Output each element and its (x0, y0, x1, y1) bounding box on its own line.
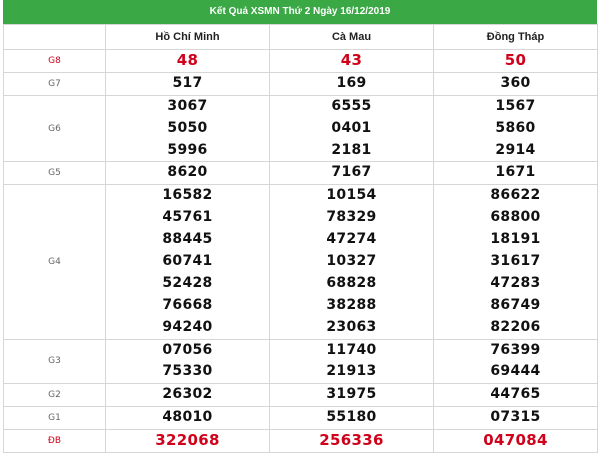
province-header-3: Đồng Tháp (433, 24, 598, 50)
prize-number: 5996 (167, 141, 208, 158)
prize-number: 31975 (326, 386, 377, 403)
prize-number: 78329 (326, 209, 377, 226)
prize-label: ĐB (3, 429, 106, 453)
prize-number: 10327 (326, 253, 377, 270)
prize-number: 52428 (162, 274, 213, 291)
prize-number: 47283 (490, 274, 541, 291)
prize-label: G8 (3, 49, 106, 73)
prize-number: 8620 (167, 164, 208, 181)
prize-number: 55180 (326, 409, 377, 426)
prize-number: 47274 (326, 231, 377, 248)
prize-number: 43 (340, 51, 363, 69)
prize-number: 07315 (490, 409, 541, 426)
prize-number: 23063 (326, 318, 377, 335)
prize-number: 38288 (326, 296, 377, 313)
prize-number: 69444 (490, 363, 541, 380)
province-header-2: Cà Mau (269, 24, 434, 50)
special-prize-number: 047084 (483, 431, 548, 450)
prize-number: 1671 (495, 164, 536, 181)
prize-label: G2 (3, 383, 106, 408)
prize-number: 86622 (490, 187, 541, 204)
prize-number: 1567 (495, 97, 536, 114)
prize-number: 517 (172, 74, 203, 91)
prize-number: 31617 (490, 253, 541, 270)
prize-number: 360 (500, 74, 531, 91)
prize-number: 75330 (162, 363, 213, 380)
prize-number: 76668 (162, 296, 213, 313)
prize-label: G1 (3, 406, 106, 431)
prize-number: 21913 (326, 363, 377, 380)
prize-number: 60741 (162, 253, 213, 270)
prize-number: 2914 (495, 141, 536, 158)
prize-row-g7: G7 517 169 360 (3, 71, 598, 96)
prize-number: 169 (336, 74, 367, 91)
prize-number: 26302 (162, 386, 213, 403)
prize-number: 2181 (331, 141, 372, 158)
prize-row-g5: G5 8620 7167 1671 (3, 161, 598, 186)
prize-row-g1: G1 48010 55180 07315 (3, 406, 598, 431)
results-table: Hồ Chí Minh Cà Mau Đồng Tháp G8 48 43 50… (3, 24, 598, 453)
prize-number: 11740 (326, 341, 377, 358)
prize-row-g2: G2 26302 31975 44765 (3, 383, 598, 408)
prize-number: 07056 (162, 341, 213, 358)
page-title: Kết Quả XSMN Thứ 2 Ngày 16/12/2019 (3, 0, 597, 24)
prize-number: 44765 (490, 386, 541, 403)
prize-number: 10154 (326, 187, 377, 204)
prize-number: 16582 (162, 187, 213, 204)
prize-number: 88445 (162, 231, 213, 248)
prize-label: G6 (3, 94, 106, 163)
prize-number: 5050 (167, 119, 208, 136)
prize-label: G7 (3, 71, 106, 96)
prize-number: 6555 (331, 97, 372, 114)
special-prize-number: 256336 (319, 431, 384, 450)
prize-label: G5 (3, 161, 106, 186)
prize-number: 5860 (495, 119, 536, 136)
prize-number: 86749 (490, 296, 541, 313)
prize-number: 82206 (490, 318, 541, 335)
prize-number: 68828 (326, 274, 377, 291)
prize-number: 18191 (490, 231, 541, 248)
header-row: Hồ Chí Minh Cà Mau Đồng Tháp (3, 24, 598, 50)
prize-number: 68800 (490, 209, 541, 226)
prize-row-special: ĐB 322068 256336 047084 (3, 429, 598, 453)
prize-number: 94240 (162, 318, 213, 335)
prize-row-g3: G3 07056 75330 11740 21913 76399 69444 (3, 338, 598, 385)
prize-row-g4: G4 16582 45761 88445 60741 52428 76668 9… (3, 184, 598, 340)
header-blank-cell (3, 24, 106, 50)
prize-number: 3067 (167, 97, 208, 114)
results-panel: Kết Quả XSMN Thứ 2 Ngày 16/12/2019 Hồ Ch… (3, 0, 598, 453)
prize-number: 0401 (331, 119, 372, 136)
prize-number: 76399 (490, 341, 541, 358)
prize-row-g6: G6 3067 5050 5996 6555 0401 2181 1567 58… (3, 94, 598, 163)
prize-number: 48010 (162, 409, 213, 426)
prize-row-g8: G8 48 43 50 (3, 49, 598, 73)
prize-number: 48 (176, 51, 199, 69)
prize-label: G3 (3, 338, 106, 385)
prize-number: 45761 (162, 209, 213, 226)
prize-number: 50 (504, 51, 527, 69)
prize-label: G4 (3, 184, 106, 340)
special-prize-number: 322068 (155, 431, 220, 450)
province-header-1: Hồ Chí Minh (105, 24, 270, 50)
prize-number: 7167 (331, 164, 372, 181)
